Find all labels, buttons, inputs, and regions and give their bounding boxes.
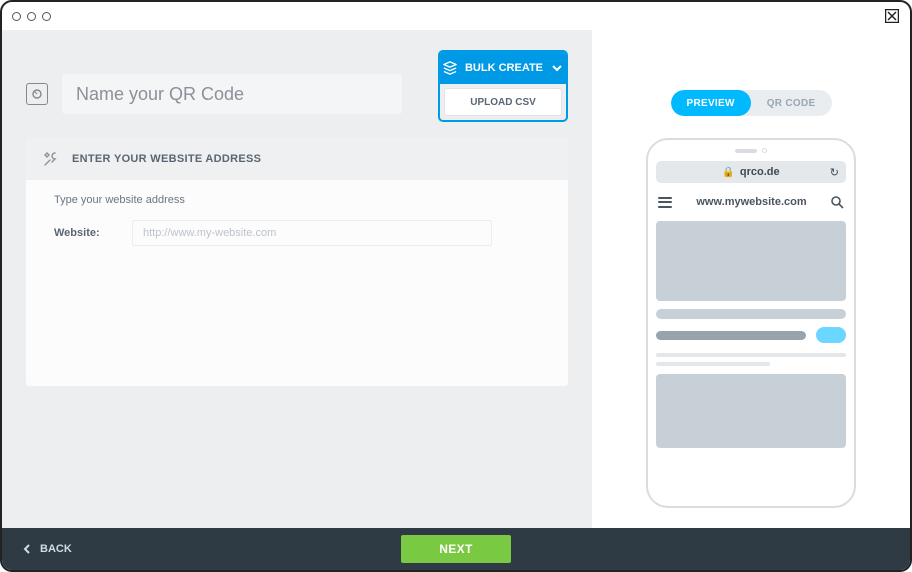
content-row: [656, 327, 846, 343]
window-controls: [12, 12, 51, 21]
content-line: [656, 353, 846, 357]
back-label: BACK: [40, 543, 72, 555]
close-icon[interactable]: [884, 8, 900, 24]
left-pane: BULK CREATE UPLOAD CSV ENTER YOUR WEBSIT…: [2, 30, 592, 528]
phone-speaker: [731, 148, 771, 153]
content-lines: [656, 353, 846, 366]
window-dot[interactable]: [42, 12, 51, 21]
content-line: [656, 309, 846, 319]
bulk-create-label: BULK CREATE: [465, 62, 543, 74]
upload-csv-item[interactable]: UPLOAD CSV: [444, 88, 562, 116]
bulk-create-button[interactable]: BULK CREATE: [440, 52, 566, 84]
right-pane: PREVIEW QR CODE 🔒 qrco.de ↻ www.mywebsit…: [592, 30, 910, 528]
site-header: www.mywebsite.com: [656, 191, 846, 213]
search-icon: [831, 196, 844, 209]
content-pill: [656, 331, 806, 340]
panel-hint: Type your website address: [54, 194, 540, 206]
website-url-input[interactable]: [132, 220, 492, 246]
website-panel: ENTER YOUR WEBSITE ADDRESS Type your web…: [26, 138, 568, 386]
back-button[interactable]: BACK: [22, 543, 72, 555]
content-block: [656, 221, 846, 301]
window-dot[interactable]: [12, 12, 21, 21]
footer: BACK NEXT: [2, 528, 910, 570]
tab-qrcode[interactable]: QR CODE: [751, 90, 832, 116]
content-line: [656, 362, 770, 366]
phone-mockup: 🔒 qrco.de ↻ www.mywebsite.com: [646, 138, 856, 508]
tab-preview[interactable]: PREVIEW: [671, 90, 751, 116]
app-window: BULK CREATE UPLOAD CSV ENTER YOUR WEBSIT…: [0, 0, 912, 572]
next-button[interactable]: NEXT: [401, 535, 511, 563]
panel-header: ENTER YOUR WEBSITE ADDRESS: [26, 138, 568, 180]
website-field-label: Website:: [54, 227, 114, 239]
lock-icon: 🔒: [722, 167, 734, 178]
preview-toggle: PREVIEW QR CODE: [671, 90, 832, 116]
hamburger-icon: [658, 197, 672, 208]
stack-icon: [443, 61, 457, 75]
chevron-down-icon: [551, 62, 563, 74]
content-block: [656, 374, 846, 448]
tools-icon: [42, 150, 60, 168]
qr-name-icon: [26, 83, 48, 105]
content-button: [816, 327, 846, 343]
panel-title: ENTER YOUR WEBSITE ADDRESS: [72, 153, 261, 165]
titlebar: [2, 2, 910, 30]
refresh-icon: ↻: [830, 166, 839, 179]
qr-name-input[interactable]: [62, 74, 402, 114]
window-dot[interactable]: [27, 12, 36, 21]
site-url: www.mywebsite.com: [696, 196, 806, 208]
phone-domain: qrco.de: [740, 166, 780, 178]
chevron-left-icon: [22, 544, 32, 554]
bulk-create-dropdown: BULK CREATE UPLOAD CSV: [438, 50, 568, 122]
phone-address-bar: 🔒 qrco.de ↻: [656, 161, 846, 183]
